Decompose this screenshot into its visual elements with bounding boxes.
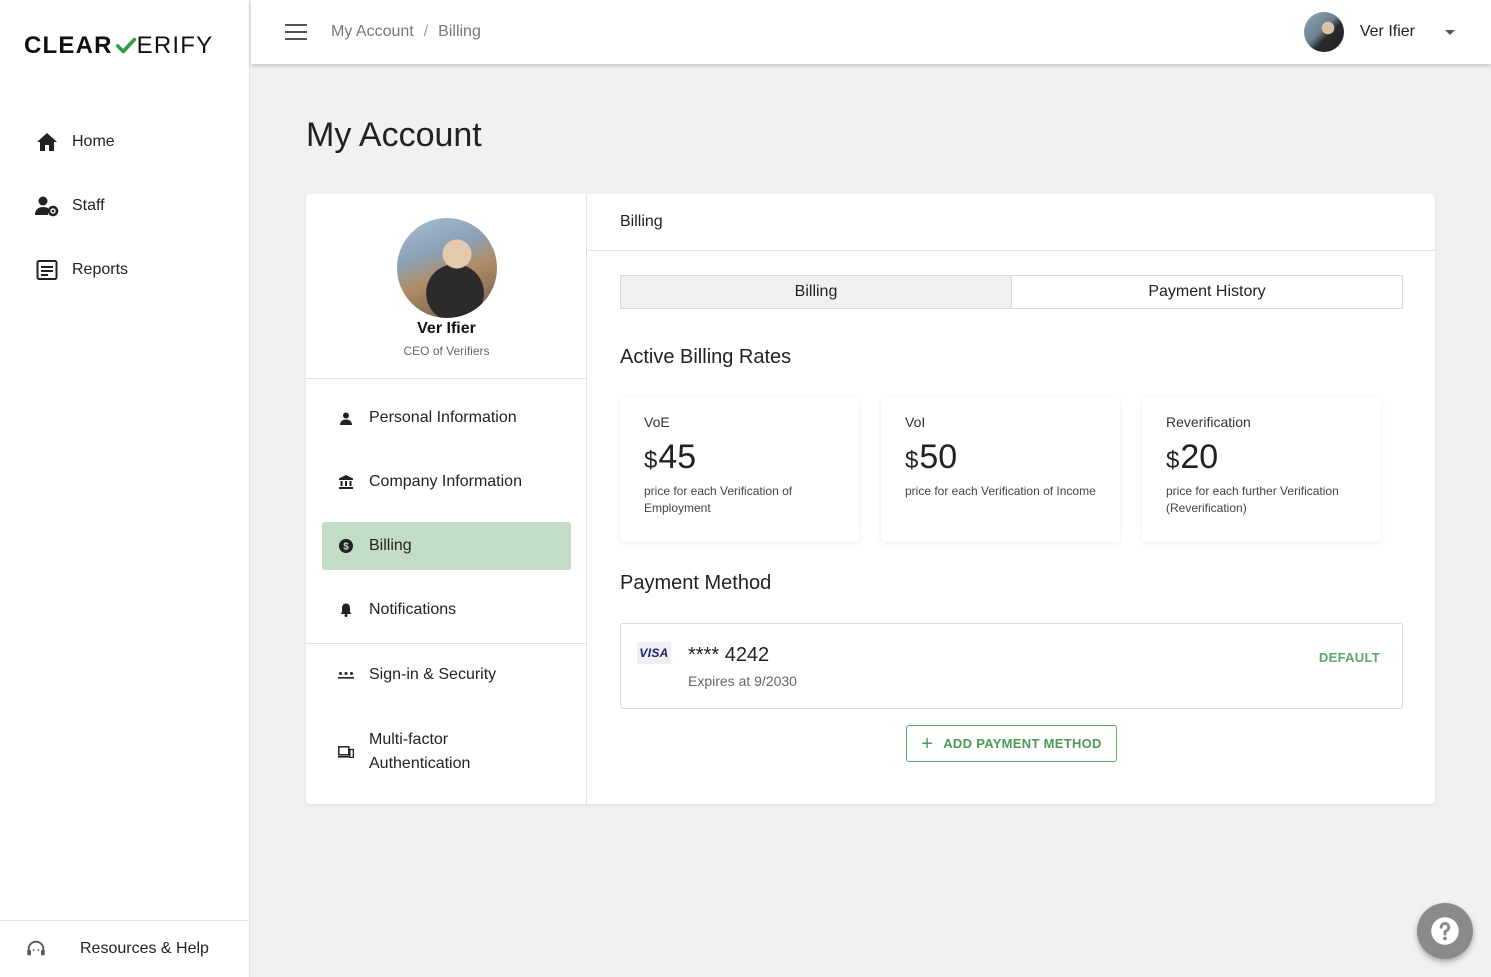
breadcrumb-separator: / <box>423 23 429 40</box>
profile-role: CEO of Verifiers <box>403 344 490 358</box>
rate-card-voe: VoE $45 price for each Verification of E… <box>620 398 859 542</box>
top-bar: My Account / Billing Ver Ifier <box>251 0 1491 64</box>
logo-text-light: ERIFY <box>136 32 214 59</box>
rate-price: $45 <box>644 438 835 477</box>
question-icon <box>1431 917 1459 945</box>
menu-multi-factor-authentication[interactable]: Multi-factor Authentication <box>322 727 571 777</box>
billing-header-title: Billing <box>620 213 663 230</box>
reports-icon <box>34 257 60 283</box>
visa-icon: VISA <box>637 642 671 664</box>
card-expiry: Expires at 9/2030 <box>688 673 797 689</box>
menu-billing[interactable]: $ Billing <box>322 522 571 570</box>
menu-label: Multi-factor Authentication <box>369 731 471 772</box>
menu-toggle-icon[interactable] <box>285 24 307 40</box>
page-title: My Account <box>306 116 482 154</box>
rate-description: price for each Verification of Employmen… <box>644 484 793 515</box>
add-payment-method-button[interactable]: + ADD PAYMENT METHOD <box>906 725 1117 762</box>
divider <box>306 643 587 644</box>
menu-label: Personal Information <box>369 409 517 426</box>
resources-help-link[interactable]: Resources & Help <box>0 920 250 977</box>
svg-text:$: $ <box>343 542 349 553</box>
breadcrumb-my-account[interactable]: My Account <box>331 23 414 41</box>
payment-method-title: Payment Method <box>620 572 772 594</box>
tab-payment-history[interactable]: Payment History <box>1012 276 1402 308</box>
sidebar-nav: Home Staff Reports <box>0 110 250 302</box>
payment-method-card[interactable]: VISA **** 4242 Expires at 9/2030 DEFAULT <box>620 623 1403 709</box>
rate-card-reverification: Reverification $20 price for each furthe… <box>1142 398 1381 542</box>
breadcrumb-billing: Billing <box>438 23 481 40</box>
billing-tabs: Billing Payment History <box>620 275 1403 309</box>
profile-panel: Ver Ifier CEO of Verifiers Personal Info… <box>306 194 587 804</box>
home-icon <box>34 129 60 155</box>
currency-symbol: $ <box>1166 447 1180 474</box>
menu-sign-in-security[interactable]: Sign-in & Security <box>322 651 571 699</box>
help-button[interactable] <box>1417 903 1473 959</box>
menu-label: Notifications <box>369 601 457 618</box>
bell-icon <box>338 602 354 618</box>
menu-label: Company Information <box>369 473 522 490</box>
rate-label: VoE <box>644 414 670 430</box>
billing-header: Billing <box>588 194 1435 251</box>
resources-help-label: Resources & Help <box>80 940 209 957</box>
check-icon <box>115 37 136 54</box>
sidebar-item-staff[interactable]: Staff <box>0 174 250 238</box>
default-badge: DEFAULT <box>1318 650 1380 665</box>
menu-notifications[interactable]: Notifications <box>322 586 571 634</box>
menu-company-information[interactable]: Company Information <box>322 458 571 506</box>
sidebar-item-reports[interactable]: Reports <box>0 238 250 302</box>
menu-personal-information[interactable]: Personal Information <box>322 394 571 442</box>
sidebar: CLEAR ERIFY Home Staff Reports Resources… <box>0 0 250 977</box>
currency-symbol: $ <box>644 447 658 474</box>
tab-billing[interactable]: Billing <box>621 276 1012 308</box>
person-icon <box>338 410 354 426</box>
devices-icon <box>338 744 354 760</box>
rate-value: 20 <box>1180 438 1219 476</box>
avatar <box>1303 12 1344 52</box>
user-name: Ver Ifier <box>1359 23 1415 40</box>
menu-label: Billing <box>369 537 412 554</box>
active-billing-rates-title: Active Billing Rates <box>620 346 792 368</box>
card-number: **** 4242 <box>688 644 770 666</box>
sidebar-item-label: Home <box>72 133 115 150</box>
rate-card-voi: VoI $50 price for each Verification of I… <box>881 398 1120 542</box>
rate-description: price for each further Verification (Rev… <box>1166 484 1339 515</box>
profile-name: Ver Ifier <box>417 320 476 337</box>
logo-text-bold: CLEAR <box>24 32 113 59</box>
rate-label: VoI <box>905 414 926 430</box>
profile-avatar <box>397 218 497 318</box>
breadcrumb: My Account / Billing <box>331 23 481 41</box>
menu-label: Sign-in & Security <box>369 666 497 683</box>
rate-price: $50 <box>905 438 1096 477</box>
staff-settings-icon <box>34 193 60 219</box>
currency-symbol: $ <box>905 447 919 474</box>
plus-icon: + <box>921 732 934 755</box>
rate-description: price for each Verification of Income <box>905 484 1096 498</box>
headset-icon <box>24 937 48 961</box>
dollar-icon: $ <box>338 538 354 554</box>
rate-label: Reverification <box>1166 414 1251 430</box>
sidebar-item-label: Staff <box>72 197 105 214</box>
rate-price: $20 <box>1166 438 1357 477</box>
bank-icon <box>338 474 354 490</box>
add-payment-method-label: ADD PAYMENT METHOD <box>943 736 1102 751</box>
sidebar-item-home[interactable]: Home <box>0 110 250 174</box>
logo[interactable]: CLEAR ERIFY <box>24 32 213 60</box>
account-card: Ver Ifier CEO of Verifiers Personal Info… <box>306 194 1435 804</box>
password-icon <box>338 667 354 683</box>
rate-value: 50 <box>919 438 958 476</box>
divider <box>306 378 587 379</box>
sidebar-item-label: Reports <box>72 261 129 278</box>
user-menu[interactable]: Ver Ifier <box>1303 12 1455 52</box>
chevron-down-icon <box>1445 29 1455 35</box>
rate-value: 45 <box>658 438 697 476</box>
billing-content: Billing Billing Payment History Active B… <box>588 194 1435 804</box>
